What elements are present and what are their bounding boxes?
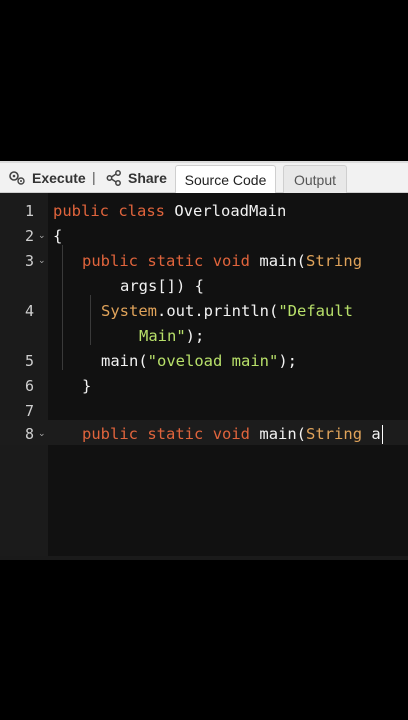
code-line-8: 8 ⌄ public static void main(String a bbox=[0, 422, 408, 447]
code-text: System.out.println("Default bbox=[101, 302, 353, 320]
code-line-5: 5 main("oveload main"); bbox=[0, 349, 408, 374]
tab-source-code[interactable]: Source Code bbox=[175, 165, 276, 193]
text-cursor bbox=[381, 425, 383, 444]
execute-button[interactable]: Execute bbox=[8, 163, 86, 193]
tab-output[interactable]: Output bbox=[283, 165, 347, 193]
line-number: 8 bbox=[24, 425, 34, 443]
code-text: public class OverloadMain bbox=[53, 202, 287, 220]
code-text: main("oveload main"); bbox=[101, 352, 297, 370]
share-label: Share bbox=[128, 170, 167, 186]
code-text: Main"); bbox=[139, 327, 205, 345]
line-number: 6 bbox=[24, 377, 34, 395]
toolbar-separator: | bbox=[92, 169, 96, 185]
code-text: public static void main(String bbox=[82, 252, 363, 270]
code-text: public static void main(String a bbox=[82, 425, 383, 444]
line-number: 3 bbox=[24, 252, 34, 270]
line-number: 5 bbox=[24, 352, 34, 370]
code-editor-app: Execute | Share Source Code Output 1 pub… bbox=[0, 161, 408, 556]
code-line-4-wrap: Main"); bbox=[0, 324, 408, 349]
line-number: 2 bbox=[24, 227, 34, 245]
line-number: 4 bbox=[24, 302, 34, 320]
line-number: 1 bbox=[24, 202, 34, 220]
execute-label: Execute bbox=[32, 170, 86, 186]
code-line-6: 6 } bbox=[0, 374, 408, 399]
share-button[interactable]: Share bbox=[106, 163, 167, 193]
code-line-1: 1 public class OverloadMain bbox=[0, 199, 408, 224]
fold-chevron-icon[interactable]: ⌄ bbox=[38, 249, 48, 274]
fold-chevron-icon[interactable]: ⌄ bbox=[38, 224, 48, 249]
code-text: { bbox=[53, 227, 63, 245]
fold-chevron-icon[interactable]: ⌄ bbox=[38, 422, 48, 447]
code-line-3-wrap: args[]) { bbox=[0, 274, 408, 299]
code-editor[interactable]: 1 public class OverloadMain 2 ⌄ { 3 ⌄ pu… bbox=[0, 193, 408, 556]
code-line-4: 4 System.out.println("Default bbox=[0, 299, 408, 324]
code-line-3: 3 ⌄ public static void main(String bbox=[0, 249, 408, 274]
code-text: } bbox=[82, 377, 92, 395]
share-icon bbox=[106, 170, 121, 186]
code-line-7: 7 bbox=[0, 399, 408, 424]
code-text: args[]) { bbox=[120, 277, 204, 295]
bottom-divider bbox=[0, 556, 408, 560]
toolbar: Execute | Share Source Code Output bbox=[0, 161, 408, 193]
code-line-2: 2 ⌄ { bbox=[0, 224, 408, 249]
line-number: 7 bbox=[24, 402, 34, 420]
gears-icon bbox=[9, 171, 25, 185]
